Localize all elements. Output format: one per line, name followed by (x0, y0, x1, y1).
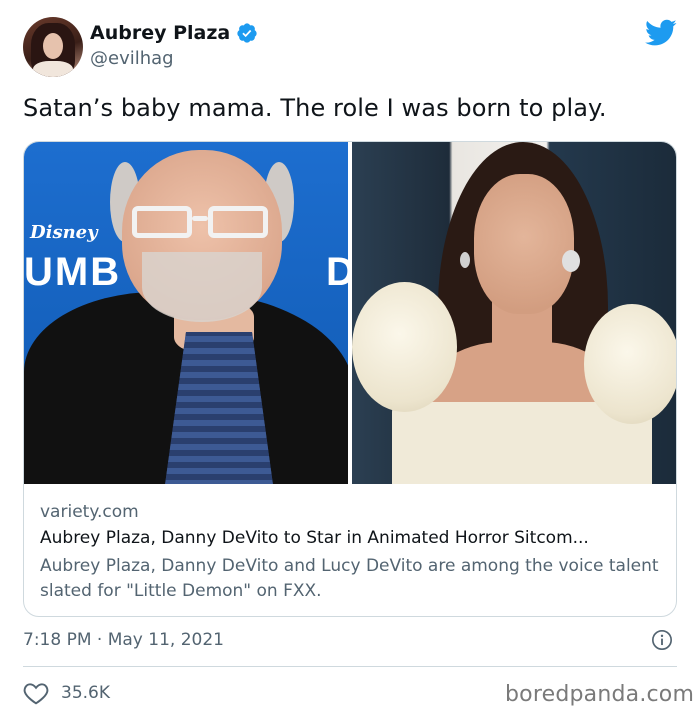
card-meta[interactable]: variety.com Aubrey Plaza, Danny DeVito t… (40, 502, 660, 604)
backdrop-letter-right: D (326, 250, 348, 295)
tweet-card: Aubrey Plaza @evilhag Satan’s baby mama.… (0, 0, 700, 719)
card-title[interactable]: Aubrey Plaza, Danny DeVito to Star in An… (40, 528, 660, 548)
info-icon[interactable] (651, 629, 673, 651)
verified-badge-icon (237, 23, 257, 43)
photo-sleeve-right (584, 304, 676, 424)
like-count: 35.6K (61, 683, 110, 703)
author-block: Aubrey Plaza @evilhag (90, 22, 258, 69)
tweet-text: Satan’s baby mama. The role I was born t… (23, 94, 607, 122)
card-images[interactable]: Disney UMB D (24, 142, 676, 484)
divider (23, 666, 677, 667)
tweet-timestamp[interactable]: 7:18 PM · May 11, 2021 (23, 630, 224, 650)
avatar-face (43, 33, 63, 59)
backdrop-letters: UMB (24, 250, 122, 294)
photo-sleeve-left (352, 282, 457, 412)
heart-icon[interactable] (23, 681, 49, 705)
card-image-danny-devito[interactable]: Disney UMB D (24, 142, 348, 484)
card-description: Aubrey Plaza, Danny DeVito and Lucy DeVi… (40, 556, 659, 601)
watermark: boredpanda.com (505, 682, 695, 707)
author-display-name[interactable]: Aubrey Plaza (90, 22, 230, 44)
author-name-row[interactable]: Aubrey Plaza (90, 22, 258, 44)
card-domain: variety.com (40, 502, 139, 522)
twitter-bird-icon[interactable] (645, 19, 677, 47)
link-preview-card[interactable]: Disney UMB D (23, 141, 677, 617)
photo-face (474, 174, 574, 314)
like-button[interactable]: 35.6K (23, 681, 110, 705)
photo-glasses (132, 206, 270, 240)
photo-earring-left (460, 252, 470, 268)
author-handle[interactable]: @evilhag (90, 48, 258, 69)
avatar[interactable] (23, 17, 83, 77)
photo-beard (142, 252, 262, 322)
avatar-shirt (33, 61, 73, 77)
card-image-aubrey-plaza[interactable] (352, 142, 676, 484)
photo-earring-right (562, 250, 580, 272)
disney-logo: Disney (30, 222, 98, 243)
